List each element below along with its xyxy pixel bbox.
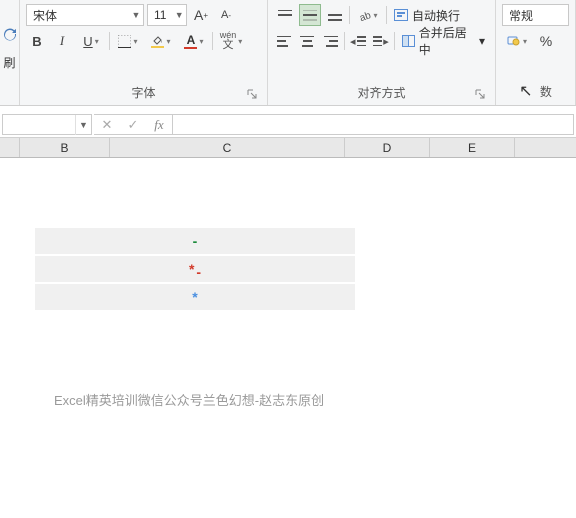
cursor-icon: ↖	[519, 83, 532, 100]
dialog-launcher-icon[interactable]	[247, 89, 259, 101]
column-header[interactable]: B	[20, 138, 110, 157]
cell[interactable]: * -	[35, 256, 355, 284]
align-middle-button[interactable]	[299, 4, 321, 26]
bold-button[interactable]: B	[26, 30, 48, 52]
font-color-button[interactable]: A ▾	[179, 30, 209, 52]
merge-center-button[interactable]: 合并后居中 ▾	[398, 30, 489, 52]
font-name-value: 宋体	[27, 7, 129, 24]
name-box[interactable]: ▼	[2, 114, 92, 135]
column-headers: B C D E	[0, 138, 576, 158]
ribbon: 刷 宋体 ▼ 11 ▼ A+ A- B	[0, 0, 576, 106]
align-bottom-button[interactable]	[324, 4, 346, 26]
font-group: 宋体 ▼ 11 ▼ A+ A- B I U▾	[20, 0, 268, 105]
chevron-down-icon: ▼	[172, 10, 186, 20]
credit-text: Excel精英培训微信公众号兰色幻想-赵志东原创	[54, 390, 324, 409]
font-name-combo[interactable]: 宋体 ▼	[26, 4, 144, 26]
italic-button[interactable]: I	[51, 30, 73, 52]
enter-formula-button[interactable]: ✓	[120, 117, 146, 133]
increase-font-button[interactable]: A+	[190, 4, 212, 26]
alignment-group-label: 对齐方式	[274, 81, 489, 105]
worksheet-area[interactable]: - * - * Excel精英培训微信公众号兰色幻想-赵志东原创	[0, 158, 576, 518]
orientation-button[interactable]: ab▾	[353, 4, 383, 26]
number-group: 常规 ▾ % ↖ 数	[496, 0, 576, 105]
formula-bar: ▼ ✕ ✓ fx	[0, 112, 576, 138]
refresh-button[interactable]	[0, 24, 21, 46]
decrease-indent-button[interactable]: ◂	[348, 30, 368, 52]
merge-icon	[402, 35, 415, 47]
cancel-formula-button[interactable]: ✕	[94, 117, 120, 133]
refresh-label: 刷	[3, 54, 15, 71]
align-center-button[interactable]	[297, 30, 317, 52]
formula-input[interactable]	[173, 114, 574, 135]
increase-indent-button[interactable]: ▸	[371, 30, 391, 52]
number-group-label: ↖ 数	[502, 78, 569, 105]
underline-button[interactable]: U▾	[76, 30, 106, 52]
fill-color-button[interactable]: ▾	[146, 30, 176, 52]
dialog-launcher-icon[interactable]	[475, 89, 487, 101]
quick-access-strip: 刷	[0, 0, 20, 105]
border-button[interactable]: ▾	[113, 30, 143, 52]
align-top-button[interactable]	[274, 4, 296, 26]
wrap-text-icon	[394, 9, 408, 21]
fill-color-swatch	[151, 46, 164, 48]
cell[interactable]: *	[35, 284, 355, 312]
insert-function-button[interactable]: fx	[146, 117, 172, 133]
column-header[interactable]: D	[345, 138, 430, 157]
font-size-combo[interactable]: 11 ▼	[147, 4, 187, 26]
percent-button[interactable]: %	[535, 30, 557, 52]
font-color-swatch	[184, 47, 197, 49]
chevron-down-icon: ▼	[129, 10, 143, 20]
decrease-font-button[interactable]: A-	[215, 4, 237, 26]
chevron-down-icon: ▼	[75, 115, 91, 135]
phonetic-button[interactable]: wén文 ▾	[216, 30, 246, 52]
number-format-value: 常规	[503, 7, 568, 24]
svg-text:ab: ab	[359, 9, 372, 21]
font-size-value: 11	[148, 8, 172, 22]
accounting-format-button[interactable]: ▾	[502, 30, 532, 52]
align-left-button[interactable]	[274, 30, 294, 52]
cell[interactable]: -	[35, 228, 355, 256]
column-header[interactable]: E	[430, 138, 515, 157]
font-group-label: 字体	[26, 81, 261, 105]
column-header[interactable]: C	[110, 138, 345, 157]
wrap-text-button[interactable]: 自动换行	[390, 4, 464, 26]
alignment-group: ab▾ 自动换行 ◂ ▸ 合并后居中 ▾	[268, 0, 496, 105]
align-right-button[interactable]	[321, 30, 341, 52]
select-all-corner[interactable]	[0, 138, 20, 157]
number-format-combo[interactable]: 常规	[502, 4, 569, 26]
sample-cells: - * - *	[35, 228, 355, 312]
